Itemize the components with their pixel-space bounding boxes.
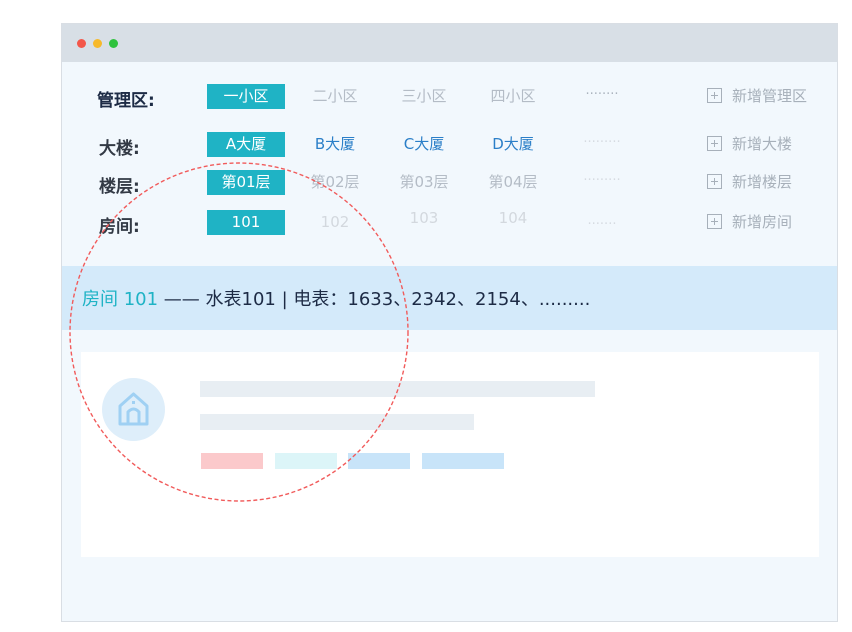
floor-option-3[interactable]: 第03层 bbox=[385, 170, 463, 195]
add-building-button[interactable]: 新增大楼 bbox=[707, 133, 792, 155]
management-more[interactable]: ········ bbox=[563, 82, 641, 107]
building-option-c[interactable]: C大厦 bbox=[385, 132, 463, 157]
room-avatar bbox=[102, 378, 165, 441]
room-title: 房间 101 bbox=[82, 289, 159, 310]
management-option-1[interactable]: 一小区 bbox=[207, 84, 285, 109]
add-management-area-button[interactable]: 新增管理区 bbox=[707, 85, 807, 107]
management-area-label: 管理区: bbox=[97, 91, 155, 111]
floor-option-4[interactable]: 第04层 bbox=[474, 170, 552, 195]
add-floor-button[interactable]: 新增楼层 bbox=[707, 171, 792, 193]
room-info-bar: 房间 101 —— 水表101 | 电表：1633、2342、2154、....… bbox=[62, 266, 837, 330]
building-option-b[interactable]: B大厦 bbox=[296, 132, 374, 157]
management-option-2[interactable]: 二小区 bbox=[296, 84, 374, 109]
subtitle-placeholder bbox=[200, 414, 474, 430]
title-placeholder bbox=[200, 381, 595, 397]
add-room-label: 新增房间 bbox=[732, 213, 793, 231]
tag-placeholder-1 bbox=[201, 453, 263, 469]
plus-icon bbox=[707, 214, 722, 229]
room-option-101[interactable]: 101 bbox=[207, 210, 285, 235]
room-more[interactable]: ······· bbox=[563, 212, 641, 237]
room-option-104[interactable]: 104 bbox=[474, 206, 552, 231]
tag-placeholder-3 bbox=[348, 453, 410, 469]
floor-more[interactable]: ········· bbox=[563, 168, 641, 193]
building-option-d[interactable]: D大厦 bbox=[474, 132, 552, 157]
meter-detail: 水表101 | 电表：1633、2342、2154、......... bbox=[205, 289, 591, 310]
add-building-label: 新增大楼 bbox=[732, 135, 793, 153]
add-management-area-label: 新增管理区 bbox=[732, 87, 808, 105]
plus-icon bbox=[707, 174, 722, 189]
tag-placeholder-2 bbox=[275, 453, 337, 469]
management-option-3[interactable]: 三小区 bbox=[385, 84, 463, 109]
room-info-text: 房间 101 —— 水表101 | 电表：1633、2342、2154、....… bbox=[82, 285, 590, 311]
home-icon bbox=[118, 392, 149, 426]
minimize-button[interactable] bbox=[93, 39, 102, 48]
room-option-103[interactable]: 103 bbox=[385, 206, 463, 231]
app-window: 管理区: 一小区 二小区 三小区 四小区 ········ 新增管理区 大楼: … bbox=[61, 23, 838, 622]
room-separator: —— bbox=[158, 289, 206, 310]
tag-placeholder-4 bbox=[422, 453, 504, 469]
room-card[interactable] bbox=[81, 352, 819, 557]
maximize-button[interactable] bbox=[109, 39, 118, 48]
room-label: 房间: bbox=[99, 217, 140, 237]
building-label: 大楼: bbox=[99, 139, 140, 159]
title-bar bbox=[62, 24, 837, 62]
floor-option-1[interactable]: 第01层 bbox=[207, 170, 285, 195]
add-room-button[interactable]: 新增房间 bbox=[707, 211, 792, 233]
floor-option-2[interactable]: 第02层 bbox=[296, 170, 374, 195]
floor-label: 楼层: bbox=[99, 177, 140, 197]
building-option-a[interactable]: A大厦 bbox=[207, 132, 285, 157]
building-more[interactable]: ········· bbox=[563, 130, 641, 155]
plus-icon bbox=[707, 88, 722, 103]
add-floor-label: 新增楼层 bbox=[732, 173, 793, 191]
room-option-102[interactable]: 102 bbox=[296, 210, 374, 235]
management-option-4[interactable]: 四小区 bbox=[474, 84, 552, 109]
plus-icon bbox=[707, 136, 722, 151]
close-button[interactable] bbox=[77, 39, 86, 48]
